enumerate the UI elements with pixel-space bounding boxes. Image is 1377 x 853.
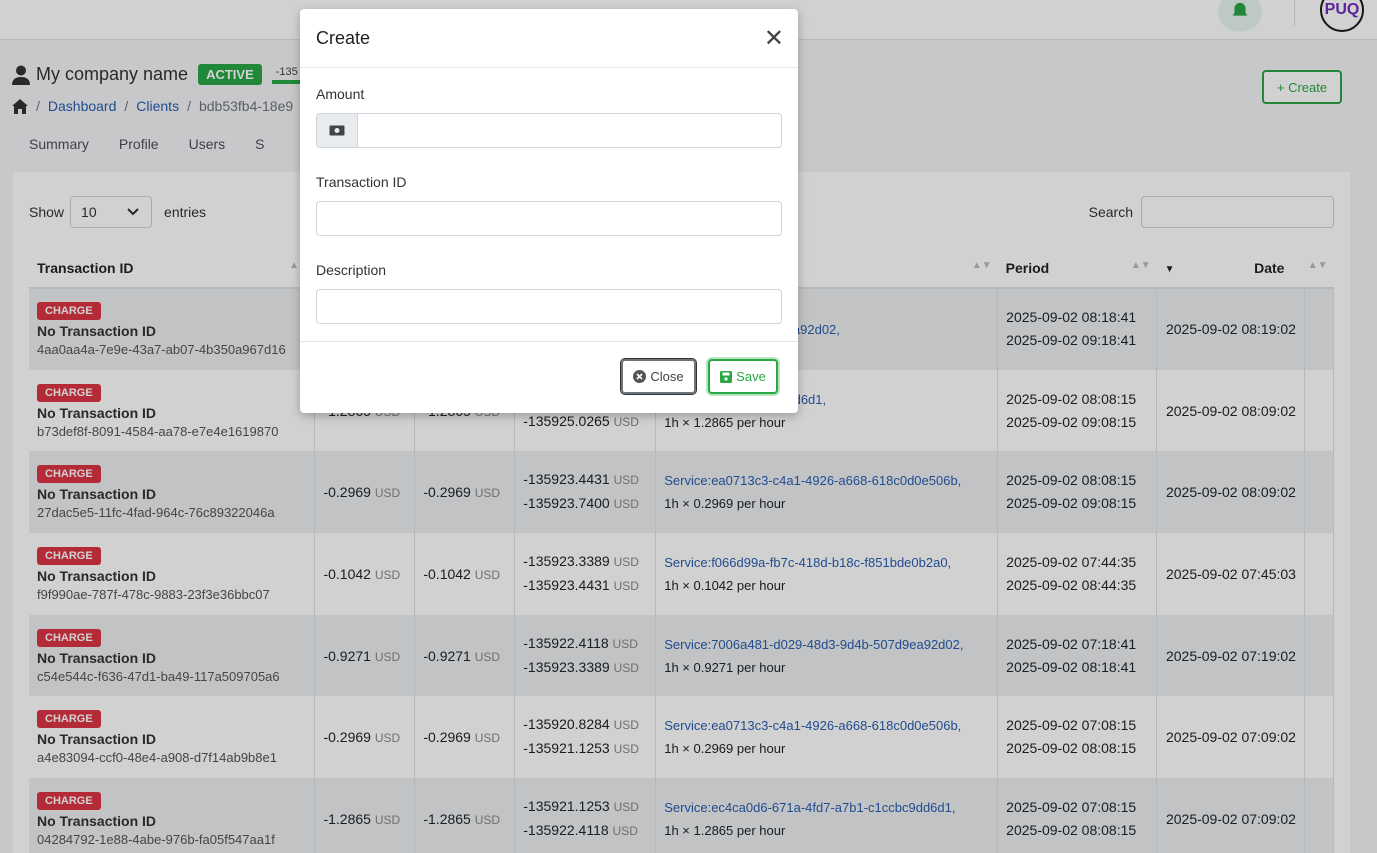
amount-field[interactable]: [316, 113, 782, 148]
modal-body: Amount Transaction ID Description: [300, 68, 798, 324]
close-button-label: Close: [650, 369, 684, 384]
description-label: Description: [316, 262, 387, 278]
transaction-id-label: Transaction ID: [316, 174, 407, 190]
create-modal: Create ✕ Amount Transaction ID Descripti…: [300, 9, 798, 413]
close-icon[interactable]: ✕: [764, 24, 784, 53]
description-field[interactable]: [316, 289, 782, 324]
save-icon: [720, 370, 733, 383]
amount-label: Amount: [316, 86, 365, 102]
close-button[interactable]: Close: [621, 359, 696, 394]
modal-footer: Close Save: [300, 341, 798, 413]
save-button[interactable]: Save: [708, 359, 778, 394]
save-button-label: Save: [736, 369, 766, 384]
close-circle-icon: [633, 370, 647, 383]
money-icon: [317, 114, 358, 147]
transaction-id-field[interactable]: [316, 201, 782, 236]
modal-header: Create ✕: [300, 9, 798, 68]
modal-title: Create: [316, 27, 371, 48]
